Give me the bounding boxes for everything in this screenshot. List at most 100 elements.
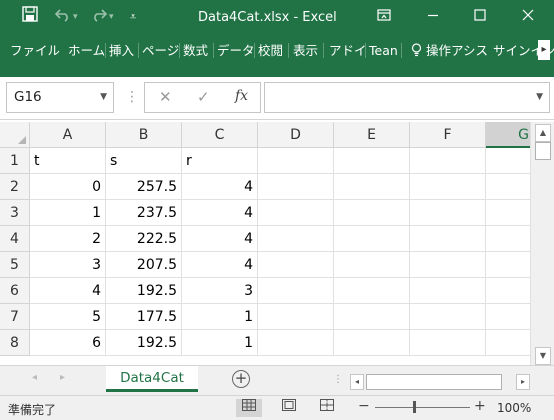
tab-team[interactable]: Tean [369,36,398,65]
undo-dropdown-icon[interactable]: ▾ [73,6,78,28]
cell-e4[interactable] [334,226,410,252]
cell-e5[interactable] [334,252,410,278]
cell-a1[interactable]: t [30,148,106,174]
spreadsheet-grid[interactable]: A B C D E F G 1 t s r 2 0 257.5 4 3 1 237.5 4 4 2 222.5 4 5 3 207… [0,122,530,365]
lightbulb-icon[interactable] [411,36,422,65]
cell-g6[interactable] [486,278,530,304]
insert-function-icon[interactable]: fx [235,88,248,104]
cell-a6[interactable]: 4 [30,278,106,304]
zoom-slider[interactable] [375,407,470,408]
zoom-slider-handle[interactable] [413,401,416,413]
column-header-g[interactable]: G [486,122,530,148]
redo-dropdown-icon[interactable]: ▾ [109,6,114,28]
tab-view[interactable]: 表示 [293,36,318,65]
cell-d3[interactable] [258,200,334,226]
cell-b8[interactable]: 192.5 [106,330,182,356]
zoom-out-button[interactable]: − [358,398,370,414]
column-header-e[interactable]: E [334,122,410,148]
cell-c5[interactable]: 4 [182,252,258,278]
cell-f5[interactable] [410,252,486,278]
row-header-5[interactable]: 5 [0,252,30,278]
cell-b1[interactable]: s [106,148,182,174]
minimize-icon[interactable] [421,6,445,28]
column-header-a[interactable]: A [30,122,106,148]
page-break-view-icon[interactable] [314,399,340,417]
cell-d5[interactable] [258,252,334,278]
row-header-1[interactable]: 1 [0,148,30,174]
row-header-4[interactable]: 4 [0,226,30,252]
row-header-2[interactable]: 2 [0,174,30,200]
formula-input[interactable]: ▼ [264,82,550,113]
tab-split-handle-icon[interactable]: ⋮ [333,374,343,385]
ribbon-display-icon[interactable] [372,6,396,28]
cell-e6[interactable] [334,278,410,304]
horizontal-scroll-thumb[interactable] [366,374,502,390]
maximize-icon[interactable] [468,6,492,28]
row-header-7[interactable]: 7 [0,304,30,330]
cancel-icon[interactable]: ✕ [159,88,172,106]
vertical-scrollbar[interactable]: ▲ ▼ [530,122,554,365]
cell-f7[interactable] [410,304,486,330]
cell-g4[interactable] [486,226,530,252]
column-header-f[interactable]: F [410,122,486,148]
cell-e1[interactable] [334,148,410,174]
cell-b5[interactable]: 207.5 [106,252,182,278]
row-header-3[interactable]: 3 [0,200,30,226]
cell-c4[interactable]: 4 [182,226,258,252]
tab-page-layout[interactable]: ページ [142,36,179,65]
cell-f3[interactable] [410,200,486,226]
tab-formulas[interactable]: 数式 [183,36,208,65]
cell-c3[interactable]: 4 [182,200,258,226]
cell-f8[interactable] [410,330,486,356]
vertical-scroll-thumb[interactable] [535,142,551,160]
cell-c1[interactable]: r [182,148,258,174]
sheet-tab-data4cat[interactable]: Data4Cat [106,366,198,392]
chevron-down-icon[interactable]: ▼ [100,92,107,102]
customize-icon[interactable]: ⩡ [130,6,136,28]
scroll-right-icon[interactable]: ▸ [516,374,530,390]
save-icon[interactable] [22,6,38,28]
cell-a2[interactable]: 0 [30,174,106,200]
cell-e3[interactable] [334,200,410,226]
tab-file[interactable]: ファイル [10,36,60,65]
column-header-c[interactable]: C [182,122,258,148]
formula-bar-grip-icon[interactable]: ⋮ [125,89,139,105]
cell-b7[interactable]: 177.5 [106,304,182,330]
cell-d8[interactable] [258,330,334,356]
cell-b4[interactable]: 222.5 [106,226,182,252]
cell-f1[interactable] [410,148,486,174]
sheet-prev-icon[interactable]: ◂ [32,372,37,383]
row-header-8[interactable]: 8 [0,330,30,356]
page-layout-view-icon[interactable] [276,399,302,417]
sheet-next-icon[interactable]: ▸ [60,372,65,383]
cell-d6[interactable] [258,278,334,304]
cell-a7[interactable]: 5 [30,304,106,330]
cell-g8[interactable] [486,330,530,356]
cell-c2[interactable]: 4 [182,174,258,200]
cell-e2[interactable] [334,174,410,200]
tab-home[interactable]: ホーム [68,36,105,65]
name-box[interactable]: G16 ▼ [6,82,114,113]
expand-formula-bar-icon[interactable]: ▼ [536,92,543,102]
cell-d4[interactable] [258,226,334,252]
cell-g5[interactable] [486,252,530,278]
cell-g1[interactable] [486,148,530,174]
cell-f4[interactable] [410,226,486,252]
tab-data[interactable]: データ [217,36,255,65]
tab-review[interactable]: 校閲 [258,36,283,65]
scroll-down-icon[interactable]: ▼ [535,347,551,365]
cell-f2[interactable] [410,174,486,200]
new-sheet-button[interactable]: + [232,370,250,388]
close-icon[interactable] [516,6,540,28]
normal-view-icon[interactable] [236,399,262,417]
select-all-corner[interactable] [0,122,30,148]
column-header-b[interactable]: B [106,122,182,148]
ribbon-scroll-right-icon[interactable]: ▸ [538,40,550,60]
scroll-left-icon[interactable]: ◂ [350,374,364,390]
enter-icon[interactable]: ✓ [197,88,210,106]
cell-a3[interactable]: 1 [30,200,106,226]
cell-a8[interactable]: 6 [30,330,106,356]
cell-d7[interactable] [258,304,334,330]
cell-d2[interactable] [258,174,334,200]
cell-b3[interactable]: 237.5 [106,200,182,226]
